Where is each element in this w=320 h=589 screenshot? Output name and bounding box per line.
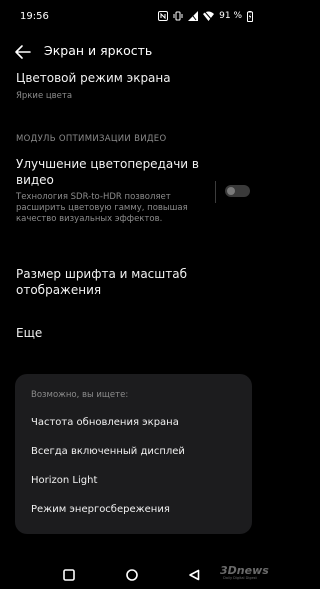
status-time: 19:56: [20, 11, 49, 22]
toggle-knob: [227, 187, 235, 195]
watermark-logo: 3Dnews Daily Digital Digest: [220, 564, 269, 581]
status-bar: 19:56 91 %: [0, 0, 265, 36]
battery-icon: [247, 10, 253, 22]
video-section-header: МОДУЛЬ ОПТИМИЗАЦИИ ВИДЕО: [16, 134, 167, 144]
back-arrow-icon[interactable]: [14, 44, 32, 60]
color-mode-title: Цветовой режим экрана: [16, 71, 171, 85]
toggle-divider: [215, 181, 216, 203]
video-enhance-desc-line2: расширить цветовую гамму, повышая: [16, 203, 188, 213]
wifi-icon: [203, 11, 215, 21]
suggestions-header: Возможно, вы ищете:: [31, 390, 129, 400]
color-mode-value: Яркие цвета: [16, 91, 73, 101]
status-icons: 91 %: [158, 9, 253, 23]
suggestions-card: Возможно, вы ищете: Частота обновления э…: [15, 374, 252, 534]
video-enhance-title-line1: Улучшение цветопередачи в: [16, 157, 199, 171]
watermark-tagline: Daily Digital Digest: [223, 576, 257, 580]
suggestion-item-power-saving[interactable]: Режим энергосбережения: [31, 504, 170, 515]
recents-square-icon[interactable]: [63, 566, 75, 585]
nfc-icon: [158, 11, 169, 21]
vibrate-icon: [173, 11, 183, 21]
font-size-title: Размер шрифта и масштаб отображения: [16, 267, 187, 297]
app-bar: Экран и яркость: [0, 36, 265, 68]
battery-percent: 91 %: [219, 11, 242, 21]
video-enhance-desc-line1: Технология SDR-to-HDR позволяет: [16, 192, 171, 202]
suggestion-item-horizon-light[interactable]: Horizon Light: [31, 475, 97, 486]
video-enhance-toggle[interactable]: [225, 185, 250, 197]
more-title: Еще: [16, 326, 43, 340]
signal-icon: [188, 11, 199, 21]
video-enhance-desc-line3: качество визуальных эффектов.: [16, 214, 163, 224]
back-triangle-icon[interactable]: [188, 566, 200, 585]
watermark-logo-text: 3Dnews: [220, 564, 269, 577]
home-circle-icon[interactable]: [126, 566, 138, 585]
suggestion-item-always-on-display[interactable]: Всегда включенный дисплей: [31, 446, 185, 457]
suggestion-item-refresh-rate[interactable]: Частота обновления экрана: [31, 417, 179, 428]
video-enhance-title-line2: видео: [16, 173, 54, 187]
page-title: Экран и яркость: [44, 43, 153, 58]
